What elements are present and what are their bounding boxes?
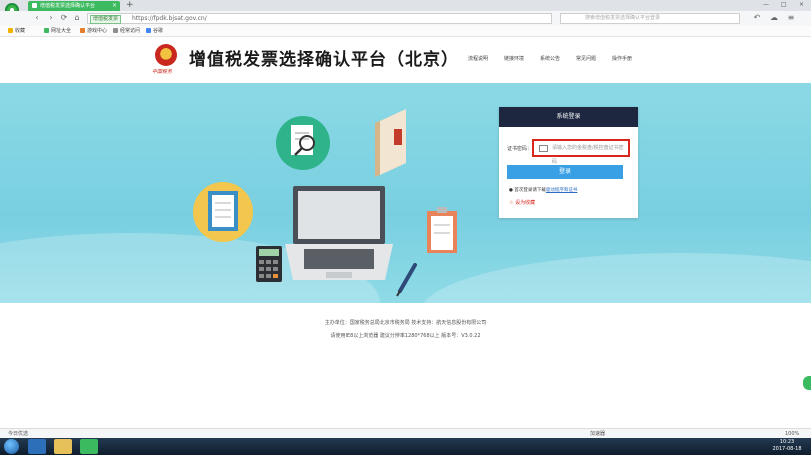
password-placeholder: 请输入您的金税盘/税控盘证书密码	[552, 145, 624, 165]
bookmark-item[interactable]: 经常访问	[113, 26, 140, 36]
star-icon	[8, 28, 13, 33]
password-label: 证书密码：	[507, 146, 533, 152]
browser-tab-active[interactable]: 增值税发票选择确认平台 ×	[28, 1, 120, 11]
certificate-password-input[interactable]: 请输入您的金税盘/税控盘证书密码	[532, 139, 630, 165]
new-tab-button[interactable]: +	[126, 0, 134, 10]
bookmark-icon	[44, 28, 49, 33]
nav-item-process[interactable]: 流程说明	[468, 55, 488, 62]
add-favorite-link[interactable]: ☆ 设为收藏	[509, 199, 535, 206]
hero-banner	[0, 83, 811, 303]
browser-tab-strip	[0, 0, 811, 11]
driver-download-link[interactable]: 驱动程序和证书	[546, 188, 578, 193]
cloud-icon[interactable]: ☁	[769, 13, 779, 23]
folder-icon	[113, 28, 118, 33]
tab-close-icon[interactable]: ×	[112, 1, 117, 11]
tab-favicon-icon	[32, 3, 37, 8]
footer-requirements: 请使用IE8以上浏览器 建议分辨率1280*768以上 版本号：V3.0.22	[330, 333, 481, 339]
side-float-button[interactable]	[803, 376, 811, 390]
magnifier-document-icon	[276, 116, 330, 170]
laptop-icon	[285, 186, 393, 280]
tab-title: 增值税发票选择确认平台	[40, 3, 96, 9]
explorer-app-icon[interactable]	[54, 439, 72, 454]
minimize-icon[interactable]: —	[763, 0, 769, 10]
forward-icon[interactable]: ›	[46, 13, 56, 23]
top-nav: 流程说明 链接环境 系统公告 常见问题 操作手册	[466, 55, 646, 65]
invoice-clipboard-icon	[427, 207, 457, 253]
book-icon	[375, 109, 406, 177]
game-icon	[80, 28, 85, 33]
clock-time: 10:23	[779, 439, 795, 445]
os-taskbar	[0, 438, 811, 455]
system-clock[interactable]: 10:23 2017-08-18	[768, 439, 806, 453]
search-input[interactable]: 搜索增值税发票选择确认平台登录	[560, 13, 740, 24]
footer-sponsor: 主办单位：国家税务总局北京市税务局 技术支持：航天信息股份有限公司	[324, 320, 487, 326]
clipboard-icon	[193, 182, 253, 242]
close-window-icon[interactable]: ×	[799, 0, 804, 10]
menu-icon[interactable]: ≡	[786, 13, 796, 23]
google-icon	[146, 28, 151, 33]
bookmark-item[interactable]: 网址大全	[44, 26, 71, 36]
home-icon[interactable]: ⌂	[72, 13, 82, 23]
ie-app-icon[interactable]	[28, 439, 46, 454]
bookmark-item[interactable]: 谷歌	[146, 26, 163, 36]
nav-item-manual[interactable]: 操作手册	[612, 55, 632, 62]
address-bar[interactable]: 增值税发票 https://fpdk.bjsat.gov.cn/	[87, 13, 552, 24]
page-title: 增值税发票选择确认平台（北京）	[189, 50, 459, 70]
maximize-icon[interactable]: □	[781, 0, 787, 10]
nav-item-faq[interactable]: 常见问题	[576, 55, 596, 62]
driver-download-hint: ● 首次登录请下载驱动程序和证书	[509, 188, 578, 193]
secure-badge: 增值税发票	[90, 15, 122, 24]
bookmarks-bar: 收藏 网址大全 游戏中心 经常访问 谷歌	[0, 26, 811, 37]
emblem-text: 中国税务	[152, 69, 173, 75]
login-header: 系统登录	[499, 107, 638, 127]
bookmark-item[interactable]: 收藏	[8, 26, 25, 36]
bookmark-item[interactable]: 游戏中心	[80, 26, 107, 36]
login-panel: 系统登录 证书密码： 请输入您的金税盘/税控盘证书密码 登录 ● 首次登录请下载…	[499, 107, 638, 218]
pen-icon	[396, 263, 417, 297]
key-icon	[539, 145, 548, 152]
calculator-icon	[256, 246, 282, 282]
back-icon[interactable]: ‹	[32, 13, 42, 23]
nav-item-environment[interactable]: 链接环境	[504, 55, 524, 62]
clock-date: 2017-08-18	[772, 446, 802, 452]
start-button[interactable]	[4, 439, 19, 454]
login-button[interactable]: 登录	[507, 165, 623, 179]
nav-item-announcements[interactable]: 系统公告	[540, 55, 560, 62]
hero-illustration	[193, 109, 457, 297]
browser-app-icon[interactable]	[80, 439, 98, 454]
undo-icon[interactable]: ↶	[752, 13, 762, 23]
address-url: https://fpdk.bjsat.gov.cn/	[132, 15, 207, 22]
tax-emblem-icon	[155, 44, 177, 66]
reload-icon[interactable]: ⟳	[59, 13, 69, 23]
